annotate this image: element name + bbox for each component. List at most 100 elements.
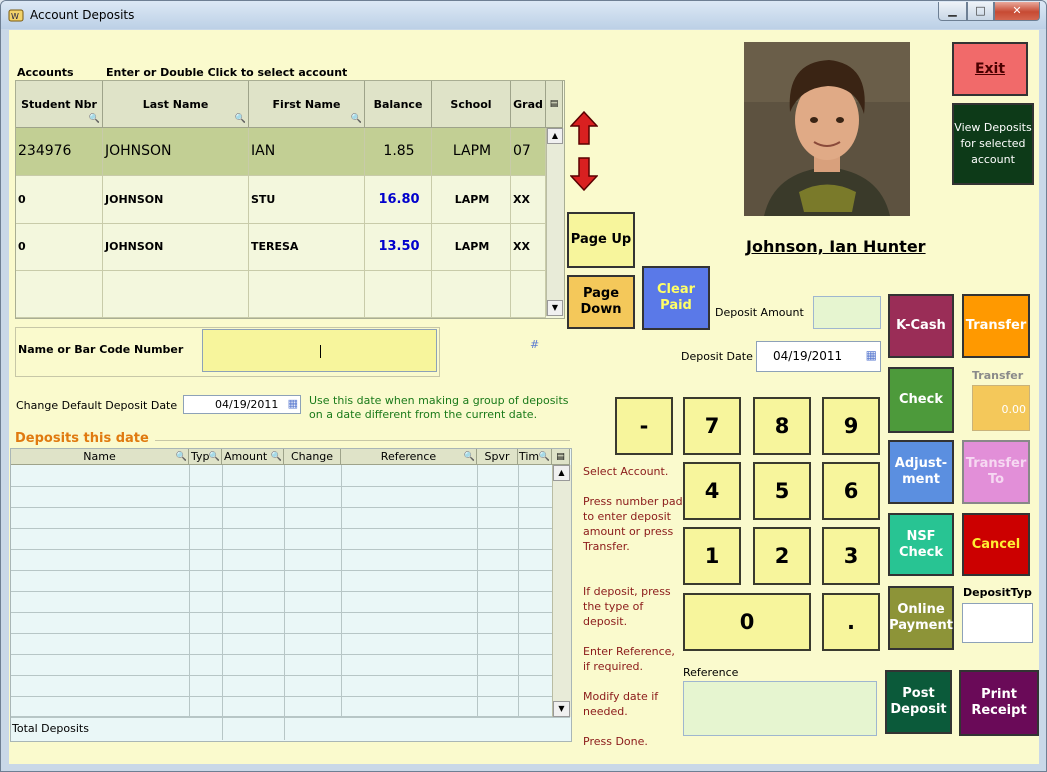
app-icon: W (8, 9, 24, 22)
scroll-up-icon[interactable]: ▲ (553, 465, 570, 481)
keypad-dot[interactable]: . (822, 593, 880, 651)
col-spvr[interactable]: Spvr (477, 449, 518, 465)
cell-empty (16, 270, 103, 317)
col-balance-label: Balance (373, 98, 423, 111)
keypad-3[interactable]: 3 (822, 527, 880, 585)
deposit-amount-field[interactable] (813, 296, 881, 329)
scroll-down-icon[interactable]: ▼ (553, 701, 570, 717)
page-up-button[interactable]: Page Up (567, 212, 635, 268)
minimize-button[interactable]: ▁ (938, 2, 967, 21)
search-icon[interactable]: 🔍 (351, 115, 362, 124)
column-chooser-icon[interactable]: ▤ (552, 449, 570, 465)
calendar-icon[interactable]: ▦ (866, 348, 877, 362)
transfer-field-label: Transfer (972, 369, 1024, 382)
exit-button[interactable]: Exit (952, 42, 1028, 96)
post-deposit-button[interactable]: Post Deposit (885, 670, 952, 734)
scroll-down-icon[interactable]: ▼ (547, 300, 563, 316)
cell-balance: 13.50 (365, 223, 432, 270)
row-down-arrow-icon[interactable] (570, 157, 598, 191)
column-chooser-icon[interactable]: ▤ (546, 81, 563, 128)
close-button[interactable]: ✕ (994, 2, 1040, 21)
search-icon[interactable]: 🔍 (235, 115, 246, 124)
search-icon[interactable]: 🔍 (539, 449, 550, 464)
col-school-label: School (450, 98, 492, 111)
client-area: Accounts Enter or Double Click to select… (9, 30, 1039, 764)
search-icon[interactable]: 🔍 (176, 449, 187, 464)
search-input[interactable] (202, 329, 437, 372)
col-student-nbr[interactable]: Student Nbr 🔍 (16, 81, 103, 128)
accounts-grid: Student Nbr 🔍 Last Name 🔍 First Name 🔍 Bala… (15, 80, 565, 319)
col-reference[interactable]: Reference 🔍 (341, 449, 477, 465)
transfer-amount-field[interactable]: 0.00 (972, 385, 1030, 431)
table-row[interactable]: 234976 JOHNSON IAN 1.85 LAPM 07 (16, 128, 546, 176)
col-school[interactable]: School (432, 81, 511, 128)
col-last-name[interactable]: Last Name 🔍 (103, 81, 249, 128)
divider (284, 718, 285, 740)
online-payment-button[interactable]: Online Payment (888, 586, 954, 650)
instruction-5: Modify date if needed. (583, 690, 659, 718)
keypad-0[interactable]: 0 (683, 593, 811, 651)
transfer-to-button[interactable]: Transfer To (962, 440, 1030, 504)
search-icon[interactable]: 🔍 (89, 115, 100, 124)
accounts-label: Accounts (17, 66, 74, 79)
text-cursor (320, 345, 321, 358)
col-tim[interactable]: Tim 🔍 (518, 449, 552, 465)
search-icon[interactable]: 🔍 (271, 449, 282, 464)
col-change[interactable]: Change (284, 449, 341, 465)
cell-empty (432, 270, 511, 317)
row-up-arrow-icon[interactable] (570, 111, 598, 145)
search-icon[interactable]: 🔍 (209, 449, 220, 464)
cell-balance: 1.85 (365, 128, 432, 175)
check-button[interactable]: Check (888, 367, 954, 433)
cell-school: LAPM (432, 176, 511, 223)
keypad-9[interactable]: 9 (822, 397, 880, 455)
adjustment-button[interactable]: Adjust-ment (888, 440, 954, 504)
deposit-type-label: DepositTyp (963, 586, 1032, 599)
cell-student-nbr: 234976 (16, 128, 103, 175)
table-row[interactable]: 0 JOHNSON TERESA 13.50 LAPM XX (16, 223, 546, 271)
maximize-button[interactable]: □ (967, 2, 994, 21)
col-amount[interactable]: Amount 🔍 (222, 449, 284, 465)
col-first-name[interactable]: First Name 🔍 (249, 81, 365, 128)
cancel-button[interactable]: Cancel (962, 513, 1030, 576)
col-name[interactable]: Name 🔍 (11, 449, 189, 465)
transfer-button[interactable]: Transfer (962, 294, 1030, 358)
keypad-1[interactable]: 1 (683, 527, 741, 585)
accounts-scrollbar[interactable]: ▲ ▼ (546, 128, 564, 316)
cell-last-name: JOHNSON (103, 176, 249, 223)
keypad-6[interactable]: 6 (822, 462, 880, 520)
reference-field[interactable] (683, 681, 877, 736)
col-typ[interactable]: Typ 🔍 (189, 449, 222, 465)
search-panel: Name or Bar Code Number (15, 327, 440, 377)
page-down-button[interactable]: Page Down (567, 275, 635, 329)
keypad-7[interactable]: 7 (683, 397, 741, 455)
clear-paid-button[interactable]: Clear Paid (642, 266, 710, 330)
keypad-5[interactable]: 5 (753, 462, 811, 520)
window-title: Account Deposits (30, 8, 135, 22)
instruction-4: Enter Reference, if required. (583, 645, 675, 673)
deposits-scrollbar[interactable]: ▲ ▼ (552, 465, 571, 717)
cell-empty (365, 270, 432, 317)
search-icon[interactable]: 🔍 (464, 449, 475, 464)
deposit-type-field[interactable] (962, 603, 1033, 643)
keypad-minus[interactable]: - (615, 397, 673, 455)
kcash-button[interactable]: K-Cash (888, 294, 954, 358)
default-date-field[interactable]: 04/19/2011 ▦ (183, 395, 301, 414)
table-row[interactable]: 0 JOHNSON STU 16.80 LAPM XX (16, 176, 546, 224)
cell-first-name: STU (249, 176, 365, 223)
deposits-title: Deposits this date (15, 431, 149, 446)
print-receipt-button[interactable]: Print Receipt (959, 670, 1039, 736)
instruction-2: Press number pad to enter deposit amount… (583, 495, 683, 553)
table-row[interactable] (16, 270, 546, 318)
nsf-check-button[interactable]: NSF Check (888, 513, 954, 576)
col-grad[interactable]: Grad (511, 81, 546, 128)
keypad-2[interactable]: 2 (753, 527, 811, 585)
calendar-icon[interactable]: ▦ (288, 397, 298, 410)
keypad-8[interactable]: 8 (753, 397, 811, 455)
keypad-4[interactable]: 4 (683, 462, 741, 520)
scroll-up-icon[interactable]: ▲ (547, 128, 563, 144)
col-balance[interactable]: Balance (365, 81, 432, 128)
deposit-date-field[interactable]: 04/19/2011 ▦ (756, 341, 881, 372)
view-deposits-button[interactable]: View Deposits for selected account (952, 103, 1034, 185)
instruction-6: Press Done. (583, 735, 648, 748)
